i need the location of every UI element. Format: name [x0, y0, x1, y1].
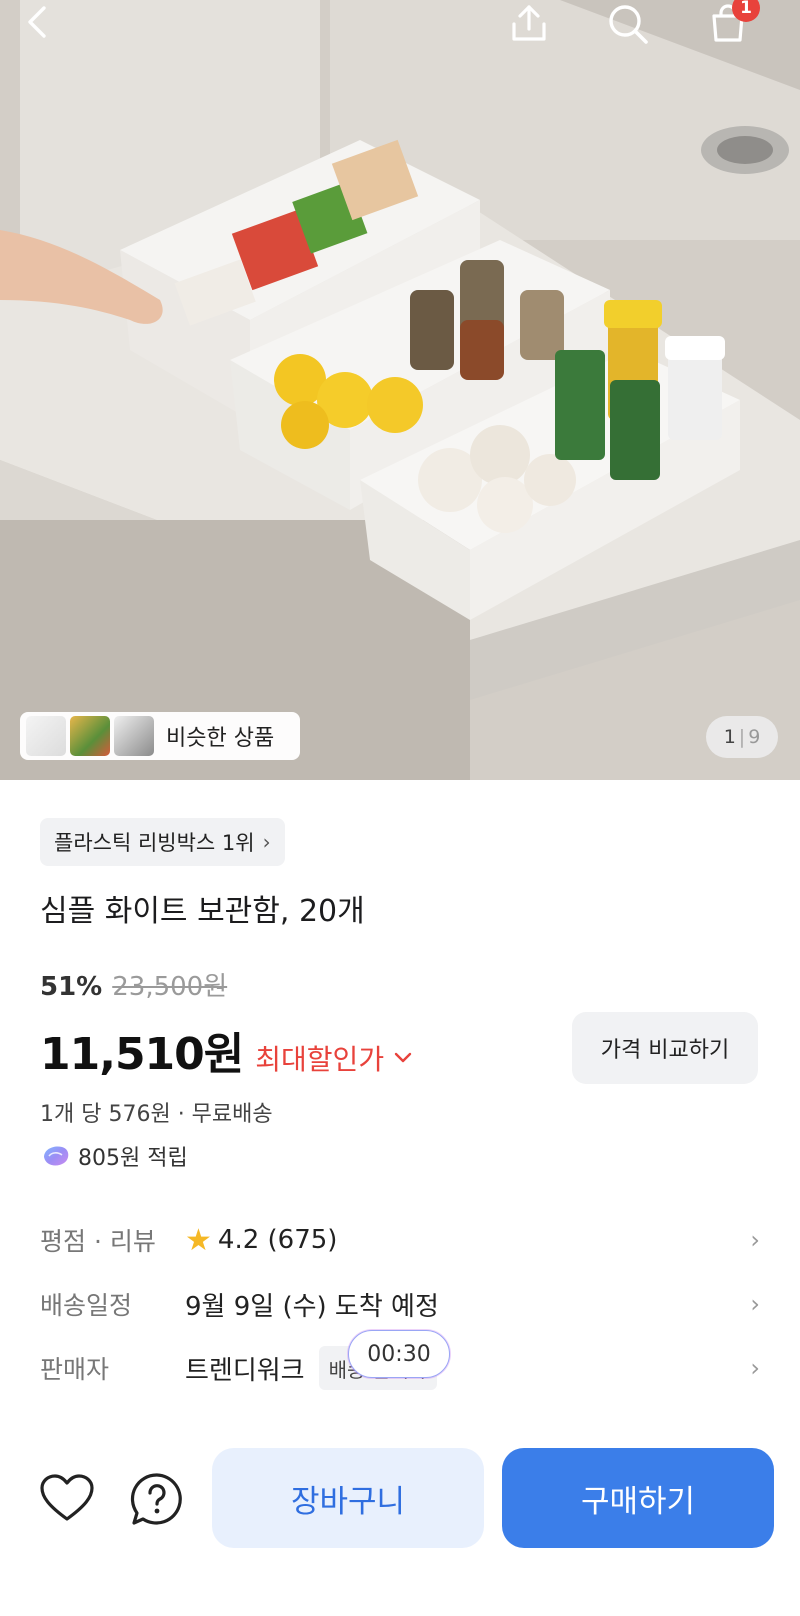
product-photo-illustration	[0, 0, 800, 780]
chevron-right-icon: ›	[750, 1290, 760, 1318]
similar-products-button[interactable]: 비슷한 상품	[20, 712, 300, 760]
star-icon: ★	[185, 1222, 212, 1258]
inquiry-button[interactable]	[128, 1470, 186, 1528]
share-upload-icon	[512, 5, 546, 41]
cart-count-badge: 1	[732, 0, 760, 22]
product-image[interactable]: 1 비슷한 상품 1 | 9	[0, 0, 800, 780]
rating-label: 평점 · 리뷰	[40, 1227, 156, 1256]
original-price: 23,500원	[112, 972, 228, 1002]
delivery-row[interactable]: 배송일정 9월 9일 (수) 도착 예정 ›	[40, 1282, 760, 1326]
price-compare-button[interactable]: 가격 비교하기	[572, 1012, 758, 1084]
points-orb-icon	[44, 1146, 69, 1166]
delivery-value: 9월 9일 (수) 도착 예정	[185, 1291, 439, 1322]
product-title: 심플 화이트 보관함, 20개	[40, 894, 365, 929]
seller-name: 트렌디워크	[185, 1355, 305, 1386]
similar-products-label: 비슷한 상품	[166, 726, 275, 751]
rating-review-row[interactable]: 평점 · 리뷰 ★ 4.2 (675) ›	[40, 1218, 760, 1262]
chevron-left-icon	[28, 6, 46, 38]
price-row: 11,510원 최대할인가	[40, 1018, 412, 1082]
chevron-right-icon: ›	[750, 1226, 760, 1254]
chevron-right-icon: ›	[262, 830, 271, 854]
share-button[interactable]	[508, 2, 564, 58]
rating-value-group: ★ 4.2 (675)	[185, 1223, 337, 1258]
chevron-right-icon: ›	[750, 1354, 760, 1382]
page-total: 9	[748, 726, 761, 748]
similar-thumb-2	[70, 716, 110, 756]
wishlist-button[interactable]	[38, 1470, 96, 1528]
heart-icon	[40, 1474, 94, 1521]
page-current: 1	[723, 726, 736, 748]
page-separator: |	[738, 726, 746, 748]
top-navigation: 1	[0, 0, 800, 60]
seller-label: 판매자	[40, 1355, 110, 1384]
chevron-down-icon	[394, 1052, 412, 1063]
search-button[interactable]	[606, 2, 662, 58]
category-rank-chip[interactable]: 플라스틱 리빙박스 1위 ›	[40, 818, 285, 866]
unit-price-shipping: 1개 당 576원 · 무료배송	[40, 1102, 273, 1127]
reward-points: 805원 적립	[40, 1140, 188, 1172]
back-button[interactable]	[22, 2, 78, 58]
max-discount-label: 최대할인가	[255, 1043, 385, 1076]
discount-percent: 51%	[40, 972, 103, 1002]
max-discount-dropdown[interactable]: 최대할인가	[255, 1038, 412, 1078]
rating-value: 4.2 (675)	[217, 1225, 338, 1255]
rank-label: 플라스틱 리빙박스 1위	[54, 831, 255, 855]
sale-price: 11,510원	[40, 1029, 244, 1080]
buy-now-button[interactable]: 구매하기	[502, 1448, 774, 1548]
cart-button[interactable]: 1	[706, 0, 762, 58]
question-bubble-icon	[130, 1473, 182, 1525]
search-icon	[609, 5, 648, 44]
similar-thumb-3	[114, 716, 154, 756]
delivery-label: 배송일정	[40, 1291, 133, 1320]
image-page-indicator: 1 | 9	[706, 716, 778, 758]
similar-thumb-1	[26, 716, 66, 756]
add-to-cart-button[interactable]: 장바구니	[212, 1448, 484, 1548]
points-label: 805원 적립	[78, 1146, 188, 1171]
discount-row: 51% 23,500원	[40, 966, 227, 1003]
countdown-timer: 00:30	[348, 1330, 450, 1378]
